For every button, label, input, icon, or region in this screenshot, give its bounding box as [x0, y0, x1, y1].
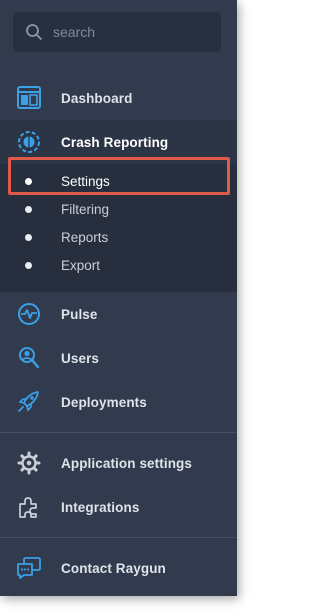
nav-label-users: Users — [61, 350, 100, 366]
crash-reporting-icon — [18, 131, 40, 153]
nav-label-pulse: Pulse — [61, 306, 98, 322]
sidebar-panel: Dashboard Crash Reporting Settings Filte… — [0, 0, 237, 596]
gear-icon — [17, 451, 41, 475]
sub-item-export[interactable]: Export — [0, 252, 237, 280]
divider — [0, 432, 237, 433]
nav-item-deployments[interactable]: Deployments — [0, 380, 237, 424]
pulse-icon — [18, 303, 40, 325]
sub-item-label: Reports — [61, 230, 109, 245]
bullet-dot — [25, 262, 32, 269]
chat-icon — [17, 557, 41, 579]
nav-label-dashboard: Dashboard — [61, 90, 133, 106]
nav-label-crash-reporting: Crash Reporting — [61, 134, 169, 150]
nav-item-crash-reporting[interactable]: Crash Reporting — [0, 120, 237, 164]
rocket-icon — [18, 391, 39, 412]
sub-item-reports[interactable]: Reports — [0, 224, 237, 252]
crash-reporting-group: Crash Reporting Settings Filtering Repor… — [0, 120, 237, 292]
nav-label-integrations: Integrations — [61, 499, 140, 515]
search-icon — [26, 24, 42, 40]
nav-label-contact-raygun: Contact Raygun — [61, 560, 166, 576]
search-box[interactable] — [13, 12, 221, 52]
puzzle-icon — [19, 497, 37, 518]
users-icon — [19, 347, 40, 369]
nav-item-users[interactable]: Users — [0, 336, 237, 380]
search-input[interactable] — [53, 12, 213, 52]
sub-item-label: Export — [61, 258, 101, 273]
sub-item-settings[interactable]: Settings — [0, 168, 237, 196]
divider — [0, 537, 237, 538]
nav-item-application-settings[interactable]: Application settings — [0, 441, 237, 485]
bullet-dot — [25, 234, 32, 241]
nav-label-application-settings: Application settings — [61, 455, 193, 471]
nav-label-deployments: Deployments — [61, 394, 147, 410]
sub-item-label: Filtering — [61, 202, 110, 217]
sub-item-filtering[interactable]: Filtering — [0, 196, 237, 224]
nav-item-dashboard[interactable]: Dashboard — [0, 76, 237, 120]
sub-item-label: Settings — [61, 174, 110, 189]
bullet-dot — [25, 206, 32, 213]
bullet-dot — [25, 178, 32, 185]
dashboard-icon — [17, 86, 41, 109]
nav-item-contact-raygun[interactable]: Contact Raygun — [0, 546, 237, 590]
nav-item-integrations[interactable]: Integrations — [0, 485, 237, 529]
nav-item-pulse[interactable]: Pulse — [0, 292, 237, 336]
